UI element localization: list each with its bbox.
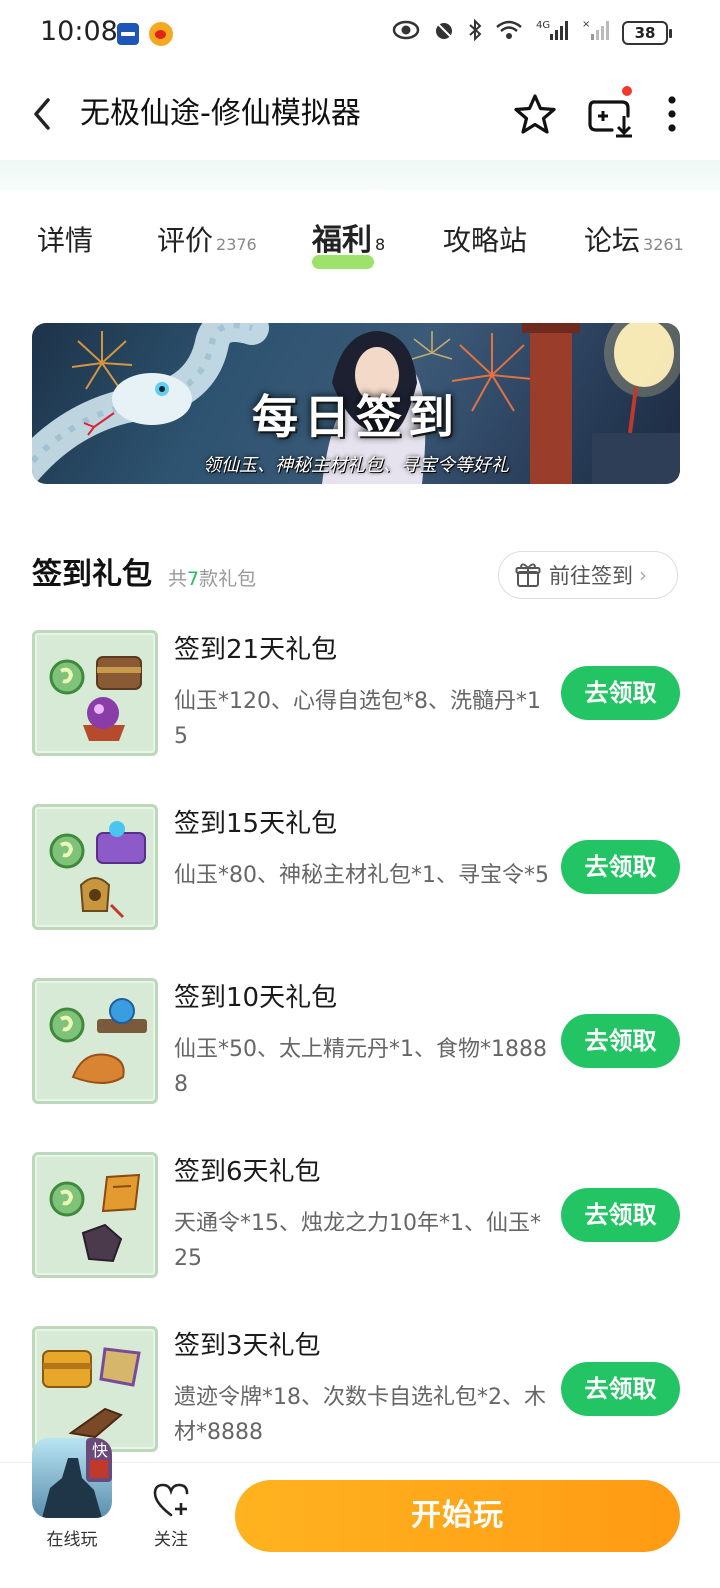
battery-indicator: 38 xyxy=(622,21,672,45)
gift-description: 遗迹令牌*18、次数卡自选礼包*2、木材*8888 xyxy=(174,1385,546,1445)
notification-dot xyxy=(620,84,634,98)
online-play-game-icon[interactable]: 快 xyxy=(32,1438,112,1518)
favorite-star-icon[interactable] xyxy=(512,92,558,138)
tab-details-label: 详情 xyxy=(37,224,94,257)
claim-button[interactable]: 去领取 xyxy=(561,1014,680,1068)
eye-icon xyxy=(392,20,420,40)
gift-name: 签到10天礼包 xyxy=(174,983,338,1013)
status-time: 10:08 xyxy=(40,16,118,47)
gift-thumbnail xyxy=(32,804,158,930)
section-count: 共7款礼包 xyxy=(168,566,256,592)
gift-description: 仙玉*50、太上精元丹*1、食物*18888 xyxy=(174,1037,547,1097)
gift-description: 仙玉*80、神秘主材礼包*1、寻宝令*5 xyxy=(174,863,549,888)
claim-button[interactable]: 去领取 xyxy=(561,840,680,894)
gift-thumbnail xyxy=(32,630,158,756)
claim-button[interactable]: 去领取 xyxy=(561,1188,680,1242)
header-divider xyxy=(0,160,720,190)
jade-elixir-food-icon xyxy=(49,998,147,1084)
gift-name: 签到21天礼包 xyxy=(174,635,338,665)
alarm-off-icon xyxy=(434,20,454,40)
bottom-action-bar: 快 在线玩 关注 开始玩 xyxy=(0,1438,720,1588)
chevron-right-icon: › xyxy=(639,563,647,587)
app-notification-icon xyxy=(117,23,139,45)
go-checkin-label: 前往签到 xyxy=(549,564,633,588)
tab-reviews-label: 评价 xyxy=(157,224,214,257)
count-suffix: 款礼包 xyxy=(199,568,257,590)
banner-title: 每日签到 xyxy=(252,390,460,444)
gift-name: 签到6天礼包 xyxy=(174,1157,321,1187)
count-prefix: 共 xyxy=(168,568,188,590)
gift-item: 签到10天礼包 仙玉*50、太上精元丹*1、食物*18888 去领取 xyxy=(0,978,720,1128)
bluetooth-icon xyxy=(469,18,482,42)
gift-item: 签到6天礼包 天通令*15、烛龙之力10年*1、仙玉*25 去领取 xyxy=(0,1152,720,1302)
section-title: 签到礼包 xyxy=(32,557,152,592)
gift-name: 签到3天礼包 xyxy=(174,1331,321,1361)
tab-bar: 详情 评价 2376 福利 8 攻略站 论坛 3261 xyxy=(0,215,720,275)
wifi-icon xyxy=(496,20,522,39)
svg-text:×: × xyxy=(582,19,590,30)
tab-reviews-count: 2376 xyxy=(216,235,257,254)
gift-description: 天通令*15、烛龙之力10年*1、仙玉*25 xyxy=(174,1211,541,1271)
svg-text:4G: 4G xyxy=(536,20,550,31)
heart-plus-icon[interactable] xyxy=(151,1481,191,1519)
signal-weak-icon: × xyxy=(582,19,609,40)
gift-thumbnail xyxy=(32,1152,158,1278)
jade-scroll-ore-icon xyxy=(49,1173,141,1263)
more-options-icon[interactable] xyxy=(660,92,684,136)
signal-4g-icon: 4G xyxy=(536,20,568,40)
claim-button[interactable]: 去领取 xyxy=(561,1362,680,1416)
game-cover-icon: 快 xyxy=(42,1438,112,1518)
gift-thumbnail xyxy=(32,978,158,1104)
jade-purplechest-token-icon xyxy=(49,821,146,919)
tab-welfare-count: 8 xyxy=(375,235,386,254)
tab-details[interactable]: 详情 xyxy=(37,221,93,261)
tab-welfare[interactable]: 福利 8 xyxy=(312,221,386,269)
online-play-label: 在线玩 xyxy=(46,1530,98,1550)
count-number: 7 xyxy=(187,568,200,590)
claim-button[interactable]: 去领取 xyxy=(561,666,680,720)
daily-checkin-banner[interactable]: 每日签到 领仙玉、神秘主材礼包、寻宝令等好礼 xyxy=(32,323,680,484)
gift-description: 仙玉*120、心得自选包*8、洗髓丹*15 xyxy=(174,689,541,749)
gift-item: 签到21天礼包 仙玉*120、心得自选包*8、洗髓丹*15 去领取 xyxy=(0,630,720,780)
go-checkin-button[interactable]: 前往签到 › xyxy=(498,551,678,599)
weibo-notification-icon xyxy=(149,22,173,46)
gift-item: 签到15天礼包 仙玉*80、神秘主材礼包*1、寻宝令*5 去领取 xyxy=(0,804,720,954)
banner-subtitle: 领仙玉、神秘主材礼包、寻宝令等好礼 xyxy=(203,455,509,476)
back-arrow-icon[interactable] xyxy=(28,92,58,136)
status-icons: 4G × xyxy=(392,18,612,42)
start-play-button[interactable]: 开始玩 xyxy=(235,1480,680,1552)
app-header: 无极仙途-修仙模拟器 xyxy=(0,70,720,160)
tab-welfare-label: 福利 xyxy=(312,223,372,258)
gift-name: 签到15天礼包 xyxy=(174,809,338,839)
tab-forum-count: 3261 xyxy=(643,235,684,254)
gift-thumbnail xyxy=(32,1326,158,1452)
tab-guide-label: 攻略站 xyxy=(443,224,528,257)
tab-reviews[interactable]: 评价 2376 xyxy=(157,221,257,265)
tab-forum-label: 论坛 xyxy=(584,224,641,257)
goldchest-token-wood-icon xyxy=(42,1347,141,1439)
status-bar: 10:08 4G × 38 xyxy=(0,0,720,70)
tab-forum[interactable]: 论坛 3261 xyxy=(584,221,684,265)
tab-guide[interactable]: 攻略站 xyxy=(443,221,527,261)
follow-label: 关注 xyxy=(154,1530,188,1550)
page-title: 无极仙途-修仙模拟器 xyxy=(80,96,361,131)
game-badge-char: 快 xyxy=(92,1441,108,1460)
gift-icon xyxy=(515,563,541,587)
game-download-button[interactable] xyxy=(586,84,636,138)
jade-chest-orb-icon xyxy=(49,656,142,741)
